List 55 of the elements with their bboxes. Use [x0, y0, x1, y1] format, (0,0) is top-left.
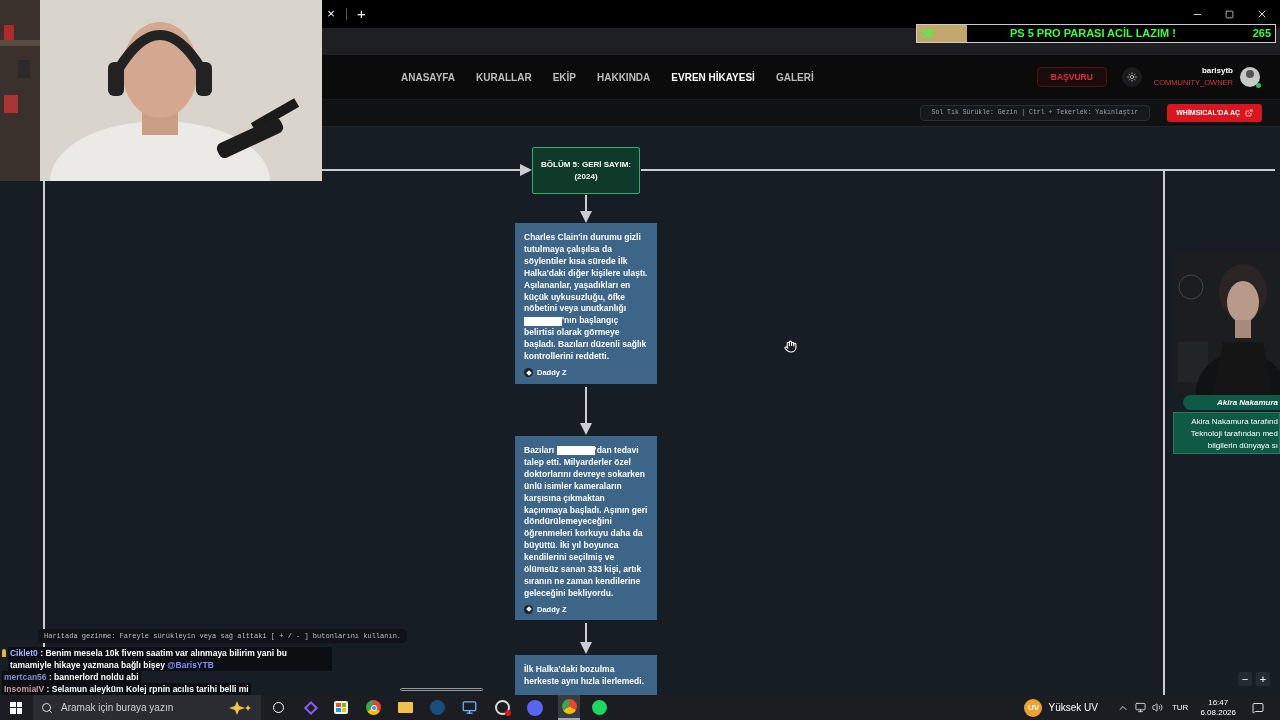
nav-link[interactable]: EVREN HİKAYESİ: [671, 69, 755, 85]
sparkle-icon: [229, 700, 253, 715]
monitor-icon[interactable]: [462, 700, 477, 715]
horizontal-scrollbar-thumb[interactable]: [400, 688, 483, 691]
user-name: barisytb: [1201, 65, 1233, 78]
story-text: Bazıları 'dan tedavi talep etti. Milyarderler özel doktorlarını devreye sokarken ünlü isimler kameraların karşısına çıkmaktan kaçınmaya başladı. Aşının geri döndürülemeyeceğini öğrenmeleri korkuyu daha da büyüttü. İki yıl boyunca kendilerini seçilmiş ve ölümsüz sanan 333 kişi, artık sıranın ne zaman kendilerine geleceğini bekliyordu.: [524, 445, 648, 600]
chat-mention: @BarisYTB: [167, 660, 214, 670]
weather-text[interactable]: Yüksek UV: [1048, 700, 1098, 715]
chat-message: mertcan56 : bannerlord noldu abi: [2, 671, 141, 683]
chapter-node[interactable]: BÖLÜM 5: GERİ SAYIM: (2024): [532, 147, 640, 194]
volume-icon[interactable]: [1151, 702, 1163, 713]
goal-target: 265: [1252, 26, 1271, 42]
bag-icon[interactable]: [334, 701, 348, 714]
author-avatar-icon: [524, 604, 533, 614]
network-icon[interactable]: [1134, 702, 1146, 713]
nav-link[interactable]: HAKKINDA: [597, 69, 651, 85]
sun-icon[interactable]: [1126, 72, 1137, 82]
character-name-label: Akira Nakamura: [1183, 395, 1280, 410]
story-text: Charles Clain'in durumu gizli tutulmaya çalışılsa da söylentiler kısa sürede İlk Halka'daki diğer kişilere ulaştı. Aşılananlar, yaşadıkları en küçük uykusuzluğu, öfke nöbetini veya unutkanlığı 'nın başlangıç belirtisi olarak görmeye başladı. Bazıları düzenli sağlık kontrollerini reddetti.: [524, 232, 648, 363]
apply-button[interactable]: BAŞVURU: [1036, 67, 1107, 87]
chat-username: InsomiaIV: [4, 684, 45, 694]
zoom-in-button[interactable]: +: [1256, 672, 1270, 686]
language-indicator[interactable]: TUR: [1171, 701, 1189, 714]
nav-link[interactable]: GALERİ: [775, 69, 814, 85]
user-avatar-icon[interactable]: [1240, 67, 1260, 87]
nav-link[interactable]: KURALLAR: [476, 69, 532, 85]
recorder-icon[interactable]: [495, 700, 510, 715]
nav-link[interactable]: ANASAYFA: [401, 69, 456, 85]
windows-logo-icon[interactable]: [10, 701, 22, 714]
story-card[interactable]: İlk Halka'daki bozulma herkeste aynı hızla ilerlemedi.: [515, 655, 657, 695]
taskbar-search-field[interactable]: Aramak için buraya yazın: [33, 695, 261, 720]
external-link-icon: [1245, 109, 1253, 117]
character-description: Akira Nakamura tarafınd Teknoloji tarafından med bilgilerin dünyaya sı: [1173, 412, 1280, 454]
tab-close-button[interactable]: ×: [326, 4, 336, 24]
close-icon[interactable]: [1256, 8, 1268, 20]
taskbar-clock[interactable]: 16:47 6.08.2026: [1200, 697, 1236, 718]
chat-username: Ciklet0: [9, 648, 38, 658]
zoom-out-button[interactable]: −: [1238, 672, 1252, 686]
story-card[interactable]: [515, 436, 657, 620]
browser-icon[interactable]: [366, 700, 381, 715]
story-text: İlk Halka'daki bozulma herkeste aynı hızla ilerlemedi.: [524, 664, 645, 688]
chat-username: mertcan56: [4, 672, 47, 682]
goal-current: 38: [921, 26, 934, 42]
search-icon: [41, 701, 53, 714]
new-tab-button[interactable]: +: [357, 2, 366, 26]
restore-icon[interactable]: [1225, 9, 1234, 19]
chat-message: InsomiaIV : Selamun aleyküm Kolej rpnin acılıs tarihi belli mi: [2, 683, 251, 695]
author-avatar-icon: [524, 368, 533, 378]
notifications-icon[interactable]: [1252, 701, 1264, 714]
nav-link[interactable]: EKİP: [552, 69, 576, 85]
story-card[interactable]: [515, 223, 657, 384]
goal-title: PS 5 PRO PARASI ACİL LAZIM !: [1008, 26, 1177, 42]
browser-icon[interactable]: [558, 695, 580, 720]
hand-cursor-icon: [784, 340, 797, 353]
chat-message: Ciklet0 : Benim mesela 10k fivem saatim var alınmaya bilirim yani bu tamamiyle hikaye yazmana bağlı bişey @BarisYTB: [7, 647, 332, 671]
